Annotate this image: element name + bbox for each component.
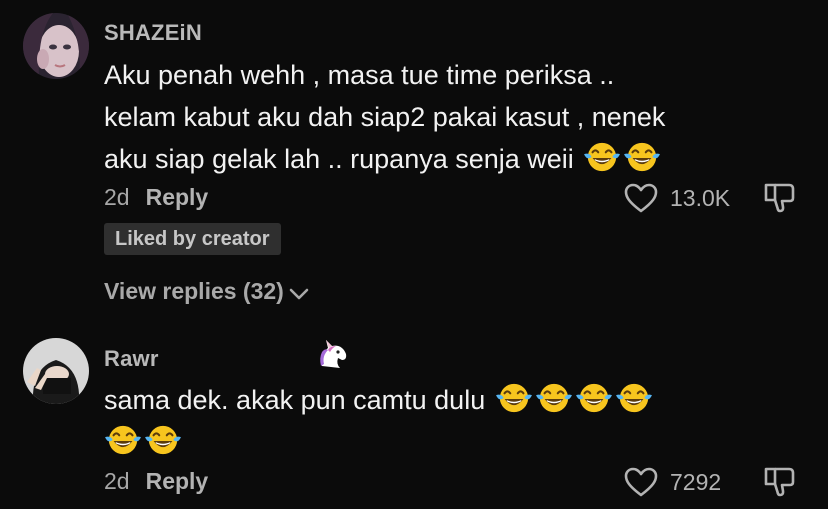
comment-meta: 2d Reply	[104, 468, 208, 495]
laughing-emoji-icon	[615, 381, 653, 415]
comment-text-line	[102, 421, 724, 463]
laughing-emoji-icon	[623, 140, 661, 174]
comment-text-line: Aku penah wehh , masa tue time periksa .…	[104, 60, 615, 90]
dislike-button[interactable]	[762, 180, 798, 216]
comment-item: SHAZEiN Aku penah wehh , masa tue time p…	[0, 0, 828, 320]
unicorn-emoji-icon	[316, 338, 350, 375]
comment-age: 2d	[104, 468, 130, 494]
avatar[interactable]	[23, 338, 89, 404]
comment-text-line: sama dek. akak pun camtu dulu	[104, 379, 724, 421]
laughing-emoji-icon	[535, 381, 573, 415]
username[interactable]: Rawr	[104, 346, 159, 372]
like-button[interactable]: 7292	[624, 464, 721, 500]
heart-outline-icon	[624, 183, 658, 213]
reply-button[interactable]: Reply	[146, 184, 209, 210]
view-replies-button[interactable]: View replies (32)	[104, 278, 310, 305]
username[interactable]: SHAZEiN	[104, 20, 202, 46]
laughing-emoji-icon	[583, 140, 621, 174]
laughing-emoji-icon	[575, 381, 613, 415]
laughing-emoji-icon	[144, 423, 182, 457]
thumbs-down-icon	[764, 183, 795, 213]
view-replies-label: View replies (32)	[104, 278, 284, 304]
dislike-button[interactable]	[762, 464, 798, 500]
comment-text: Aku penah wehh , masa tue time periksa .…	[104, 54, 724, 180]
heart-outline-icon	[624, 467, 658, 497]
comment-text-line: aku siap gelak lah .. rupanya senja weii	[104, 138, 724, 180]
liked-by-creator-badge: Liked by creator	[104, 223, 281, 255]
avatar[interactable]	[23, 13, 89, 79]
laughing-emoji-icon	[495, 381, 533, 415]
comment-text: sama dek. akak pun camtu dulu	[104, 379, 724, 463]
comment-item: Rawr sama dek. akak pun camtu dulu 2d Rep…	[0, 330, 828, 509]
chevron-down-icon	[289, 288, 309, 300]
like-count: 13.0K	[670, 184, 731, 211]
comment-text-segment: sama dek. akak pun camtu dulu	[104, 385, 486, 415]
comment-meta: 2d Reply	[104, 184, 208, 211]
comment-text-segment: aku siap gelak lah .. rupanya senja weii	[104, 144, 574, 174]
laughing-emoji-icon	[104, 423, 142, 457]
like-count: 7292	[670, 468, 722, 495]
comment-age: 2d	[104, 184, 130, 210]
like-button[interactable]: 13.0K	[624, 180, 730, 216]
reply-button[interactable]: Reply	[146, 468, 209, 494]
comment-text-line: kelam kabut aku dah siap2 pakai kasut , …	[104, 102, 666, 132]
thumbs-down-icon	[764, 467, 795, 497]
